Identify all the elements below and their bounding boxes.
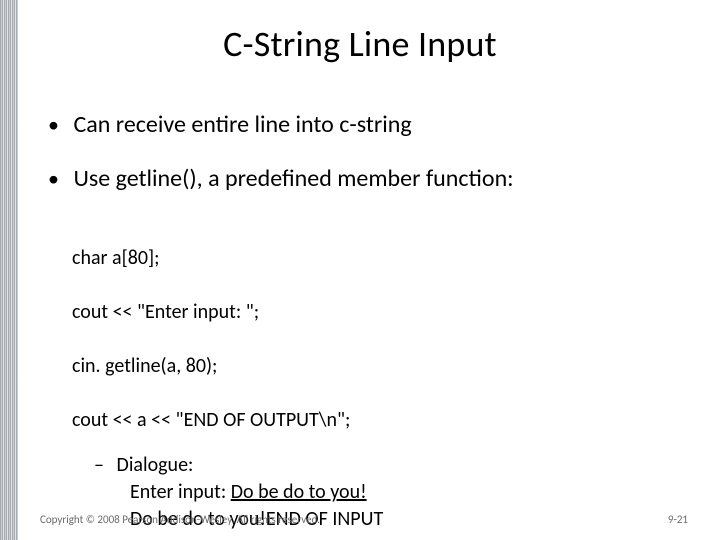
dialogue-label: Dialogue:: [117, 453, 194, 477]
bullet-text: Can receive entire line into c-string: [73, 110, 411, 139]
code-line: cout << a << "END OF OUTPUT\n";: [72, 408, 350, 432]
code-block: char a[80]; cout << "Enter input: "; cin…: [72, 218, 680, 434]
bullet-level1: Use getline(), a predefined member funct…: [48, 164, 680, 194]
code-line: cin. getline(a, 80);: [72, 354, 217, 378]
slide: C-String Line Input Can receive entire l…: [0, 0, 720, 540]
code-line: char a[80];: [72, 246, 160, 270]
copyright-text: Copyright © 2008 Pearson Addison-Wesley.…: [40, 513, 320, 526]
decorative-left-strip: [0, 0, 18, 540]
slide-footer: Copyright © 2008 Pearson Addison-Wesley.…: [40, 513, 688, 526]
slide-title: C-String Line Input: [0, 22, 720, 66]
code-line: cout << "Enter input: ";: [72, 300, 259, 324]
dialogue-prompt: Enter input:: [130, 480, 231, 504]
bullet-level1: Can receive entire line into c-string: [48, 110, 680, 140]
bullet-text: Use getline(), a predefined member funct…: [73, 164, 513, 193]
page-number: 9-21: [668, 513, 688, 526]
slide-body: Can receive entire line into c-string Us…: [48, 110, 680, 533]
dialogue-user-input: Do be do to you!: [231, 480, 367, 504]
dialogue-line: Enter input: Do be do to you!: [130, 479, 680, 506]
